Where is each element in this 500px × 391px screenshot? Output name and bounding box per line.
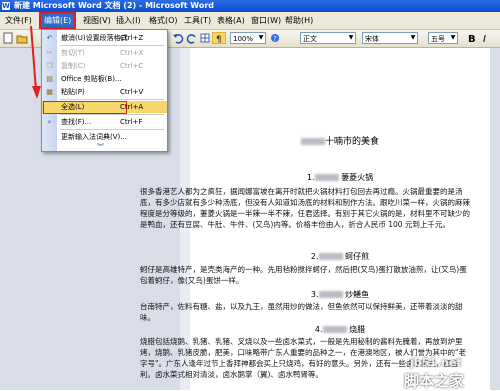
menu-tools[interactable]: 工具(T) bbox=[181, 14, 214, 27]
menu-file[interactable]: 文件(F) bbox=[2, 14, 35, 27]
svg-text:¶: ¶ bbox=[216, 35, 222, 44]
menu-item-update-ime-dictionary[interactable]: 更新输入法词典(V)... bbox=[42, 131, 167, 143]
style-select[interactable]: 正文 ▼ bbox=[300, 32, 356, 44]
zoom-select[interactable]: 100% ▼ bbox=[230, 32, 266, 44]
word-app-icon: W bbox=[2, 2, 10, 10]
menu-bar: 文件(F) 编辑(E) 视图(V) 插入(I) 格式(O) 工具(T) 表格(A… bbox=[0, 12, 500, 30]
section-heading: 2. 蚵仔煎 bbox=[310, 252, 370, 261]
title-bar: W 新建 Microsoft Word 文档 (2) - Microsoft W… bbox=[0, 0, 500, 12]
menu-item-find[interactable]: ⌕ 查找(F)... Ctrl+F bbox=[42, 116, 167, 128]
chevron-down-icon: ▼ bbox=[348, 34, 354, 41]
menu-format[interactable]: 格式(O) bbox=[146, 14, 181, 27]
section-body: 很多香港艺人都为之疯狂，据闻娜富坡在离开时就把火锅材料打包回去再过瘾。火锅最重要… bbox=[140, 187, 470, 229]
menu-help[interactable]: 帮助(H) bbox=[282, 14, 316, 27]
redacted-city bbox=[300, 138, 325, 145]
style-value: 正文 bbox=[303, 35, 317, 43]
watermark-brand: 脚本之家 bbox=[404, 372, 465, 390]
section-body: 蚵仔是高雄特产，是壳类海产的一种。先用毡粉搅拌蚵仔，然后把(又鸟)蛋打散放油煎，… bbox=[140, 265, 467, 285]
help-icon[interactable]: ? bbox=[270, 32, 280, 44]
show-formatting-icon[interactable]: ¶ bbox=[212, 32, 226, 44]
document-title: 十喃市的美食 bbox=[200, 134, 480, 147]
section-heading: 4. 烧腊 bbox=[314, 325, 366, 334]
new-document-icon[interactable] bbox=[2, 32, 14, 44]
menu-table[interactable]: 表格(A) bbox=[214, 14, 248, 27]
undo-icon: ↶ bbox=[46, 34, 53, 42]
font-size-value: 五号 bbox=[431, 35, 445, 43]
menu-view[interactable]: 视图(V) bbox=[80, 14, 114, 27]
copy-icon: ❐ bbox=[46, 62, 53, 70]
section-heading: 3. 炒鳝鱼 bbox=[310, 290, 370, 299]
menu-item-office-clipboard[interactable]: ▤ Office 剪贴板(B)... bbox=[42, 73, 167, 85]
redo-icon[interactable] bbox=[186, 32, 198, 44]
highlight-outline bbox=[43, 101, 127, 114]
table-icon[interactable] bbox=[200, 32, 210, 44]
open-folder-icon[interactable] bbox=[16, 32, 28, 44]
watermark: jb51.net 脚本之家 bbox=[402, 350, 500, 390]
clipboard-icon: ▤ bbox=[46, 75, 53, 83]
cut-icon: ✂ bbox=[46, 49, 53, 57]
italic-icon[interactable]: I bbox=[480, 32, 492, 44]
menu-separator bbox=[60, 45, 164, 46]
menu-item-undo[interactable]: ↶ 撤消(U)设置段落格式 Ctrl+Z bbox=[42, 32, 167, 44]
expand-menu-icon[interactable]: ︾ bbox=[97, 142, 104, 152]
find-icon: ⌕ bbox=[47, 118, 52, 126]
font-size-select[interactable]: 五号 ▼ bbox=[428, 32, 458, 44]
menu-item-cut[interactable]: ✂ 剪切(T) Ctrl+X bbox=[42, 47, 167, 59]
menu-item-copy[interactable]: ❐ 复制(C) Ctrl+C bbox=[42, 60, 167, 72]
edit-menu-dropdown: ↶ 撤消(U)设置段落格式 Ctrl+Z ✂ 剪切(T) Ctrl+X ❐ 复制… bbox=[41, 29, 168, 152]
bold-icon[interactable]: B bbox=[466, 32, 478, 44]
font-select[interactable]: 宋体 ▼ bbox=[362, 32, 418, 44]
menu-item-select-all[interactable]: 全选(L) Ctrl+A bbox=[42, 101, 167, 114]
watermark-site: jb51.net bbox=[410, 356, 462, 369]
zoom-value: 100% bbox=[233, 35, 254, 43]
menu-separator bbox=[60, 114, 164, 115]
menu-separator bbox=[60, 99, 164, 100]
chevron-down-icon: ▼ bbox=[450, 34, 456, 41]
paste-icon: ▦ bbox=[46, 88, 53, 96]
section-heading: 1. 萋菱火锅 bbox=[306, 173, 374, 182]
undo-icon[interactable] bbox=[172, 32, 184, 44]
font-value: 宋体 bbox=[365, 35, 379, 43]
menu-item-paste[interactable]: ▦ 粘贴(P) Ctrl+V bbox=[42, 86, 167, 98]
window-title: 新建 Microsoft Word 文档 (2) - Microsoft Wor… bbox=[14, 1, 215, 10]
chevron-down-icon: ▼ bbox=[258, 34, 264, 41]
section-body: 台南特产，佐料有糖、盐，以及九王，虽然用炒的做法，但鱼依然可以保持鲜美，还带着淡… bbox=[140, 302, 463, 322]
chevron-down-icon: ▼ bbox=[410, 34, 416, 41]
svg-text:I: I bbox=[483, 34, 486, 44]
svg-text:?: ? bbox=[273, 35, 277, 43]
menu-window[interactable]: 窗口(W) bbox=[248, 14, 284, 27]
menu-edit[interactable]: 编辑(E) bbox=[38, 12, 77, 29]
menu-insert[interactable]: 插入(I) bbox=[113, 14, 144, 27]
menu-separator bbox=[60, 129, 164, 130]
svg-text:B: B bbox=[468, 34, 476, 44]
